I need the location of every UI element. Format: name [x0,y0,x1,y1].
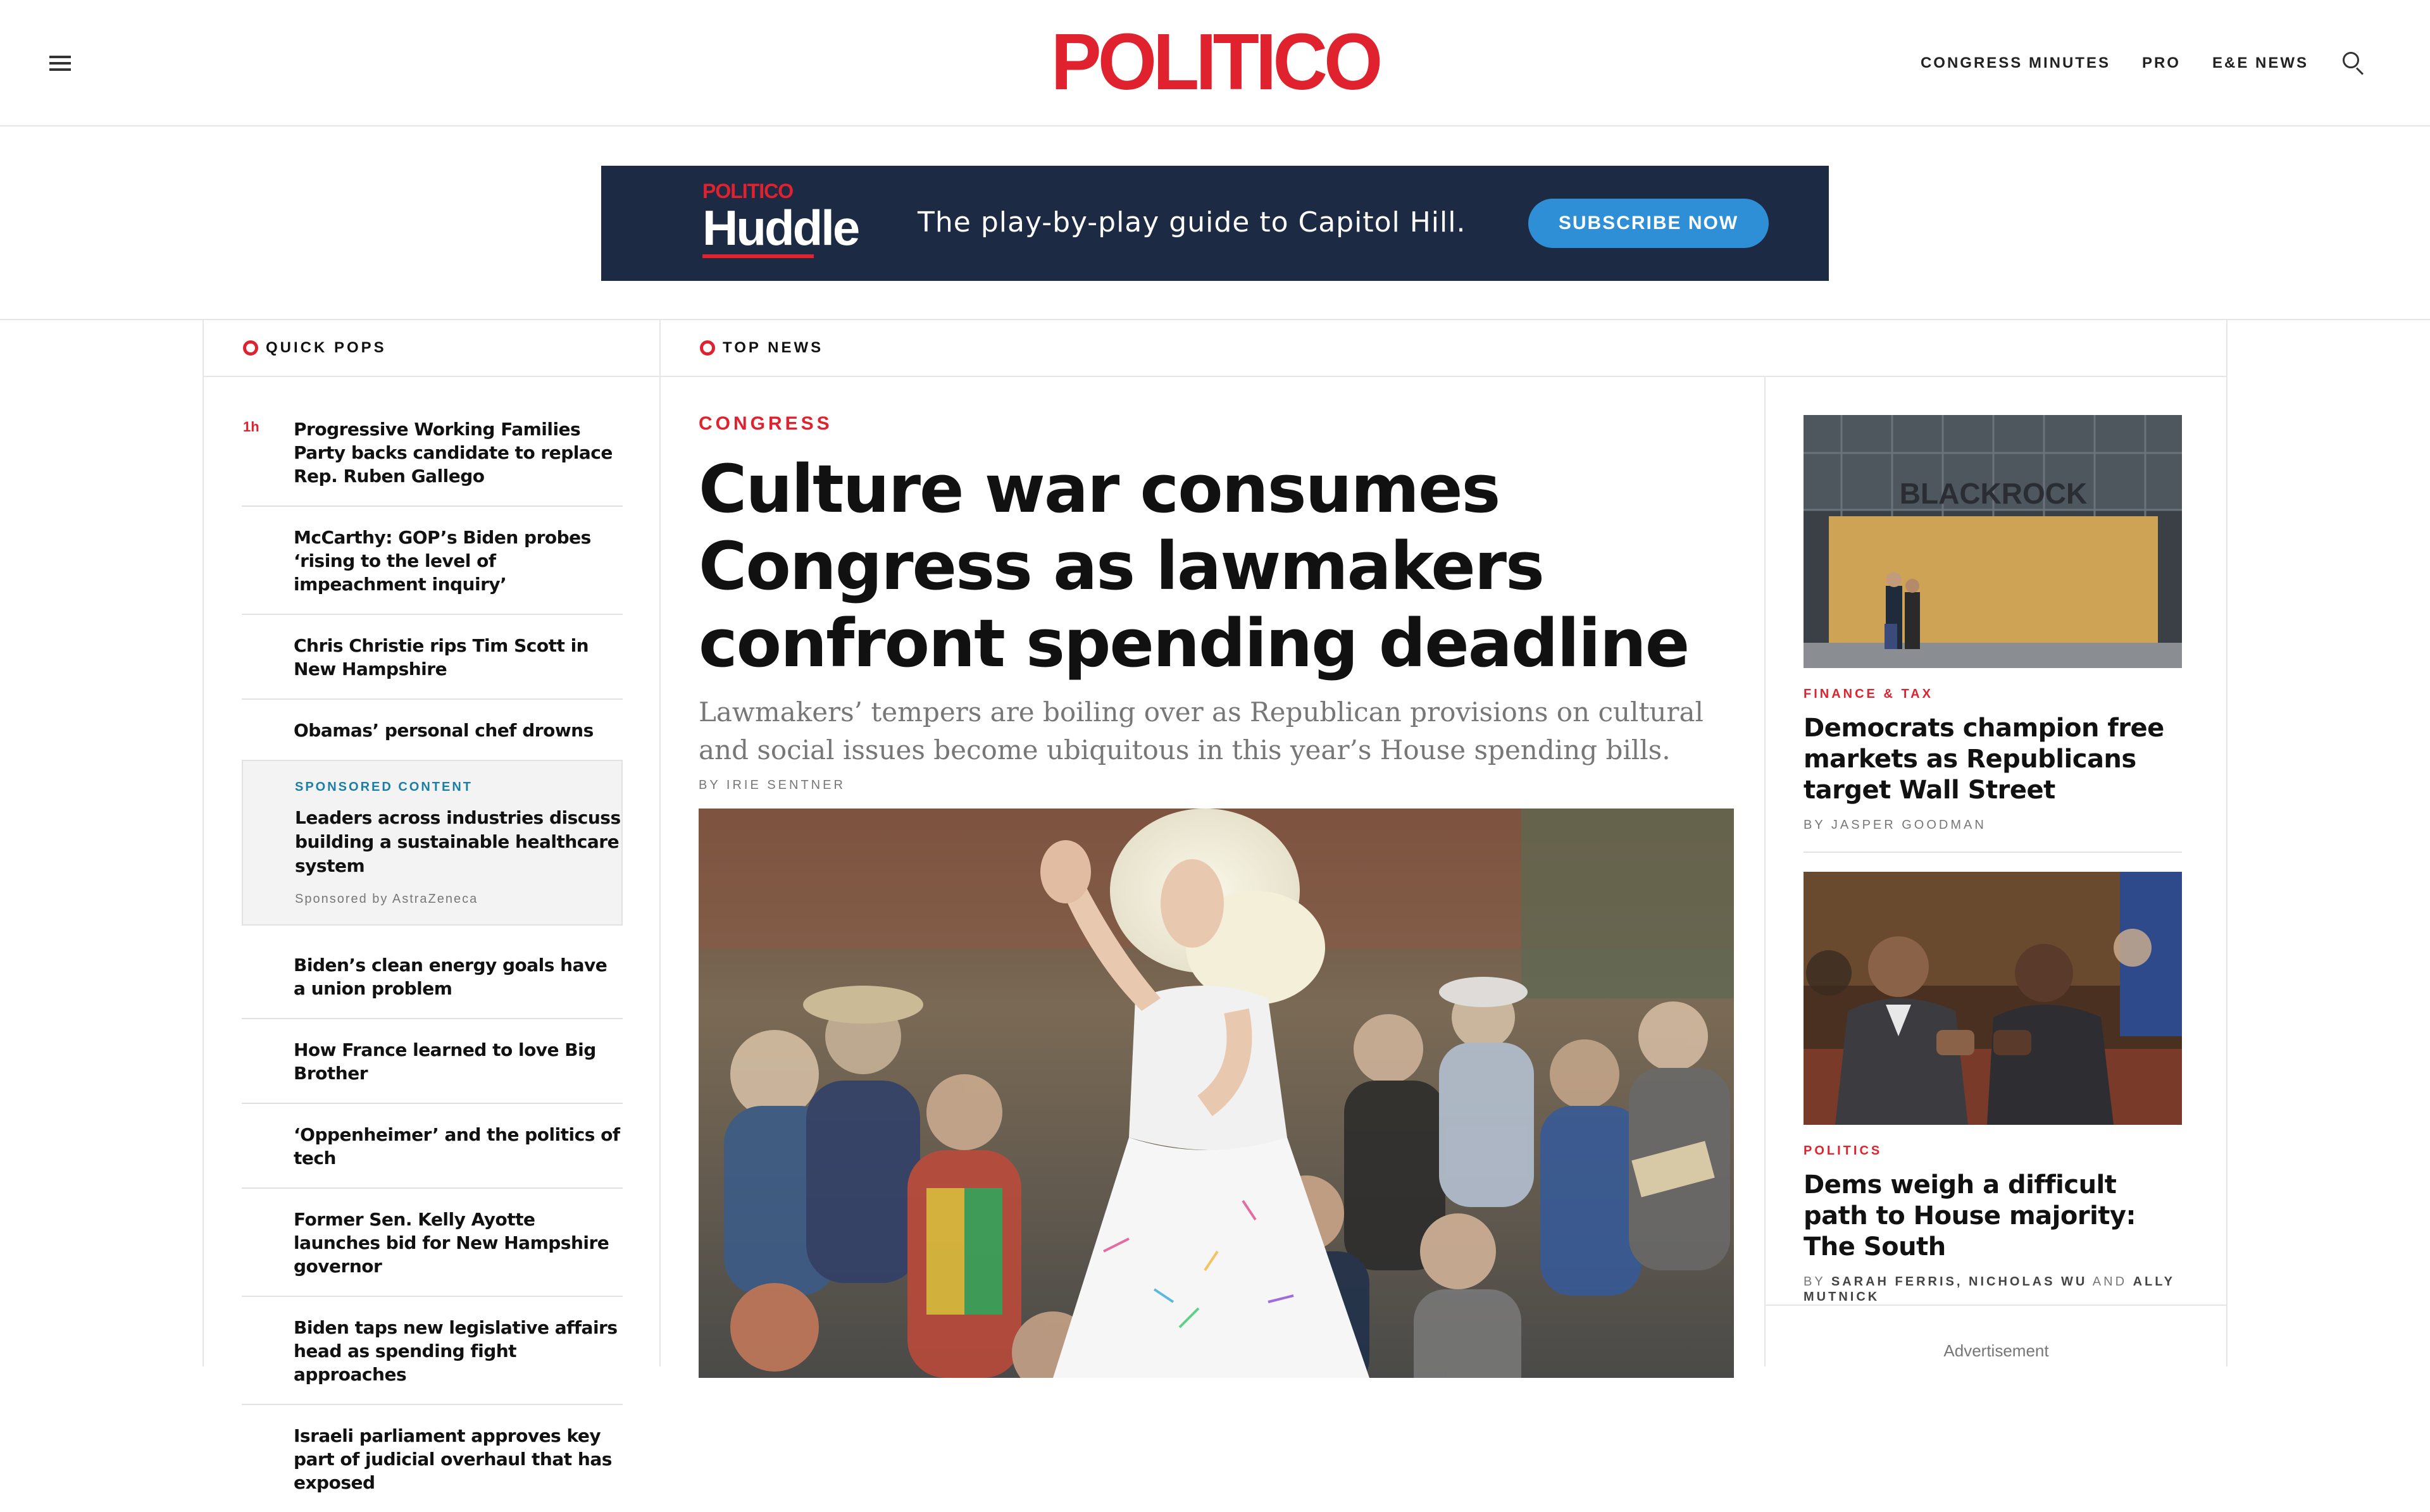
advertisement-label: Advertisement [1943,1341,2049,1360]
lead-photo-image [699,809,1734,1378]
top-nav: CONGRESS MINUTES PRO E&E NEWS [1889,49,2367,77]
list-item[interactable]: Obamas’ personal chef drowns [242,700,623,761]
side-story-photo[interactable]: BLACKROCK [1804,415,2182,668]
quick-pops-column: QUICK POPS 1h Progressive Working Famili… [204,320,661,1493]
search-icon[interactable] [2341,49,2367,77]
list-item[interactable]: How France learned to love Big Brother [242,1019,623,1104]
list-item[interactable]: Former Sen. Kelly Ayotte launches bid fo… [242,1189,623,1297]
side-kicker[interactable]: FINANCE & TAX [1804,687,2182,702]
lead-story: CONGRESS Culture war consumes Congress a… [699,410,1734,793]
list-item-title[interactable]: Former Sen. Kelly Ayotte launches bid fo… [294,1198,623,1278]
banner-tagline: The play-by-play guide to Capitol Hill. [918,206,1466,239]
byline-prefix: BY [699,778,721,792]
side-stories: BLACKROCK FINANCE & TAX Democrats champi… [1804,415,2182,1304]
quick-pops-list: 1h Progressive Working Families Party ba… [242,409,623,1512]
list-item-title[interactable]: McCarthy: GOP’s Biden probes ‘rising to … [294,516,623,596]
subscribe-button[interactable]: SUBSCRIBE NOW [1528,199,1769,248]
sponsored-item[interactable]: SPONSORED CONTENT Leaders across industr… [242,760,623,926]
sponsored-tag: SPONSORED CONTENT [295,780,473,794]
huddle-logo-politico: POLITICO [702,180,794,202]
top-news-label: TOP NEWS [723,339,824,356]
huddle-logo-word: Huddle [702,200,860,256]
side-story-photo[interactable] [1804,872,2182,1125]
lead-byline: BY IRIE SENTNER [699,778,1734,793]
byline-prefix: BY [1804,818,1826,832]
list-item-title[interactable]: Biden taps new legislative affairs head … [294,1306,623,1386]
side-headline[interactable]: Democrats champion free markets as Repub… [1804,713,2182,806]
list-item-title[interactable]: ‘Oppenheimer’ and the politics of tech [294,1113,623,1170]
side-headline[interactable]: Dems weigh a difficult path to House maj… [1804,1170,2182,1263]
list-item-title[interactable]: Israeli parliament approves key part of … [294,1414,623,1494]
list-item[interactable]: Biden taps new legislative affairs head … [242,1297,623,1405]
list-item-title[interactable]: Progressive Working Families Party backs… [294,418,623,488]
side-kicker[interactable]: POLITICS [1804,1144,2182,1158]
column-divider [1764,377,1766,1366]
list-item[interactable]: Chris Christie rips Tim Scott in New Ham… [242,615,623,700]
ad-band: POLITICO Huddle The play-by-play guide t… [0,127,2430,320]
byline-author[interactable]: SARAH FERRIS, NICHOLAS WU [1831,1275,2087,1289]
quick-pops-label: QUICK POPS [266,339,387,356]
byline-and: AND [2092,1275,2128,1289]
quick-pops-header: QUICK POPS [204,320,659,377]
main-content: QUICK POPS 1h Progressive Working Famili… [202,320,2228,1493]
sponsored-title[interactable]: Leaders across industries discuss buildi… [295,806,621,878]
list-item-title[interactable]: Chris Christie rips Tim Scott in New Ham… [294,624,623,681]
byline-author[interactable]: IRIE SENTNER [726,778,845,792]
site-header: POLITICO CONGRESS MINUTES PRO E&E NEWS [0,0,2430,127]
lead-kicker[interactable]: CONGRESS [699,410,1734,438]
list-item[interactable]: 1h Progressive Working Families Party ba… [242,409,623,507]
top-news-header: TOP NEWS [661,320,2228,377]
menu-icon[interactable] [49,56,71,71]
top-news-column: TOP NEWS CONGRESS Culture war consumes C… [661,320,2228,1378]
lead-headline[interactable]: Culture war consumes Congress as lawmake… [699,450,1734,682]
nav-pro[interactable]: PRO [2142,49,2181,77]
list-item[interactable]: McCarthy: GOP’s Biden probes ‘rising to … [242,507,623,615]
list-item[interactable]: Biden’s clean energy goals have a union … [242,926,623,1019]
lead-dek: Lawmakers’ tempers are boiling over as R… [699,697,1704,765]
timestamp: 1h [243,419,259,435]
nav-ee-news[interactable]: E&E NEWS [2212,49,2308,77]
byline-author[interactable]: JASPER GOODMAN [1831,818,1986,832]
blackrock-sign-text: BLACKROCK [1900,477,2087,510]
story-divider [1804,852,2182,853]
huddle-banner-ad[interactable]: POLITICO Huddle The play-by-play guide t… [601,166,1829,281]
ad-divider [1765,1304,2228,1306]
side-byline: BY SARAH FERRIS, NICHOLAS WU AND ALLY MU… [1804,1274,2182,1304]
list-item[interactable]: ‘Oppenheimer’ and the politics of tech [242,1104,623,1189]
politico-logo[interactable]: POLITICO [1050,22,1383,102]
lead-photo[interactable] [699,809,1734,1378]
sponsored-by: Sponsored by AstraZeneca [295,892,478,906]
byline-prefix: BY [1804,1275,1826,1289]
section-dot-icon [700,340,715,356]
house-floor-image [1804,872,2182,1125]
nav-congress-minutes[interactable]: CONGRESS MINUTES [1921,49,2110,77]
list-item-title[interactable]: Biden’s clean energy goals have a union … [294,934,623,1000]
section-dot-icon [243,340,258,356]
list-item-title[interactable]: How France learned to love Big Brother [294,1028,623,1085]
list-item-title[interactable]: Obamas’ personal chef drowns [294,709,623,742]
side-byline: BY JASPER GOODMAN [1804,817,2182,833]
blackrock-building-image: BLACKROCK [1804,415,2182,668]
huddle-logo: POLITICO Huddle [702,180,860,268]
list-item[interactable]: Israeli parliament approves key part of … [242,1405,623,1512]
